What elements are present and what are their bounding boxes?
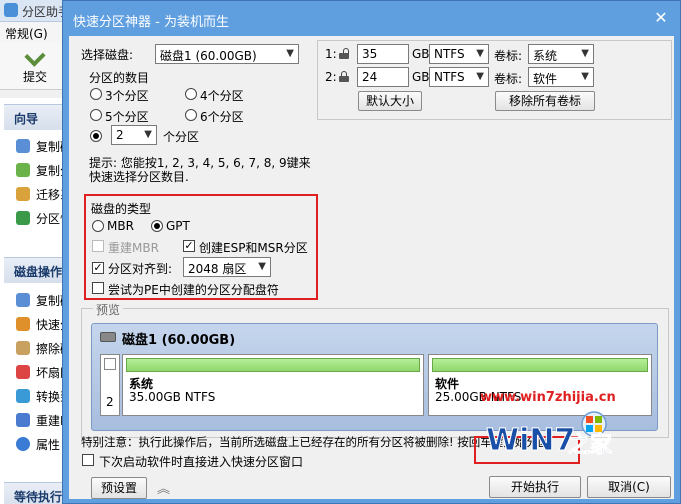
sidebar-item-properties[interactable]: 属性 [16, 434, 60, 454]
align-dropdown[interactable]: 2048 扇区 ▼ [183, 257, 271, 277]
chevron-down-icon: ▼ [476, 48, 484, 59]
radio-3-label: 3个分区 [105, 89, 149, 103]
align-checkbox[interactable]: ✓ [92, 262, 104, 274]
radio-4-partitions[interactable] [185, 88, 197, 100]
preview-disk-checkbox[interactable] [104, 358, 116, 370]
partition-1-size-input[interactable]: 35 [357, 44, 409, 64]
create-esp-label: 创建ESP和MSR分区 [199, 241, 308, 255]
rebuild-mbr-icon [16, 413, 30, 427]
partition-1-vol-label: 卷标: [494, 49, 523, 63]
chevron-down-icon: ▼ [258, 261, 266, 272]
start-button[interactable]: 开始执行 [489, 476, 581, 498]
chevron-down-icon: ▼ [286, 48, 294, 59]
preview-partition-system[interactable]: 系统 35.00GB NTFS [122, 354, 424, 416]
remove-labels-button[interactable]: 移除所有卷标 [495, 91, 595, 111]
select-disk-dropdown[interactable]: 磁盘1 (60.00GB) ▼ [155, 44, 299, 64]
chevron-down-icon: ▼ [581, 71, 589, 82]
app-logo-icon [4, 3, 18, 17]
preview-label: 预览 [93, 301, 124, 318]
radio-6-label: 6个分区 [200, 110, 244, 124]
cancel-button[interactable]: 取消(C) [587, 476, 671, 498]
dialog-title: 快速分区神器 - 为装机而生 [73, 15, 229, 30]
preview-disk-number-cell[interactable]: 2 [100, 354, 120, 416]
align-label: 分区对齐到: [108, 262, 173, 276]
partition-2-vol-dropdown[interactable]: 软件 ▼ [528, 67, 594, 87]
partition-2-unit: GB [412, 70, 430, 84]
partition-2-size-input[interactable]: 24 [357, 67, 409, 87]
svg-text:之家: 之家 [568, 432, 613, 458]
partition-1-index: 1: [325, 47, 337, 61]
preview-disk-title: 磁盘1 (60.00GB) [122, 333, 236, 348]
next-boot-label: 下次启动软件时直接进入快速分区窗口 [99, 455, 304, 469]
copy-partition-icon [16, 163, 30, 177]
unlock-icon[interactable] [339, 48, 349, 59]
gpt-label: GPT [166, 219, 190, 233]
chevron-down-icon: ▼ [581, 48, 589, 59]
partition-count-label: 分区的数目 [89, 71, 150, 85]
wipe-disk-icon [16, 341, 30, 355]
create-esp-checkbox[interactable]: ✓ [183, 240, 195, 252]
expand-up-icon[interactable]: ︽ [157, 478, 170, 497]
custom-count-suffix: 个分区 [163, 130, 200, 144]
radio-3-partitions[interactable] [90, 88, 102, 100]
partition-1-fs-dropdown[interactable]: NTFS ▼ [429, 44, 489, 64]
partition-2-vol-label: 卷标: [494, 72, 523, 86]
try-pe-label: 尝试为PE中创建的分区分配盘符 [108, 283, 279, 297]
partition-2-fs-dropdown[interactable]: NTFS ▼ [429, 67, 489, 87]
rebuild-mbr-checkbox[interactable] [92, 240, 104, 252]
submit-button[interactable]: 提交 [12, 45, 58, 88]
try-pe-checkbox[interactable] [92, 282, 104, 294]
bad-sector-icon [16, 365, 30, 379]
rebuild-mbr-label: 重建MBR [108, 241, 159, 255]
default-size-button[interactable]: 默认大小 [358, 91, 422, 111]
select-disk-label: 选择磁盘: [81, 48, 134, 62]
watermark-url: www.win7zhijia.cn [480, 390, 616, 405]
menu-general[interactable]: 常规(G) [5, 25, 48, 42]
hard-disk-icon [100, 332, 116, 342]
radio-4-label: 4个分区 [200, 89, 244, 103]
preset-button[interactable]: 预设置 [91, 477, 147, 499]
submit-label: 提交 [22, 70, 47, 84]
custom-count-dropdown[interactable]: 2 ▼ [111, 125, 157, 145]
radio-6-partitions[interactable] [185, 109, 197, 121]
copy-disk-icon [16, 139, 30, 153]
migrate-os-icon [16, 187, 30, 201]
chevron-down-icon: ▼ [476, 71, 484, 82]
convert-icon [16, 389, 30, 403]
partition-recovery-icon [16, 211, 30, 225]
mbr-label: MBR [107, 219, 134, 233]
radio-5-partitions[interactable] [90, 109, 102, 121]
radio-mbr[interactable] [92, 220, 104, 232]
radio-custom-partitions[interactable] [90, 130, 102, 142]
copy-disk-icon [16, 293, 30, 307]
svg-text:WiN7: WiN7 [486, 423, 575, 458]
hint-line-2: 快速选择分区数目. [89, 170, 189, 184]
info-icon [16, 437, 30, 451]
partition-1-unit: GB [412, 47, 430, 61]
chevron-down-icon: ▼ [144, 129, 152, 140]
next-boot-checkbox[interactable] [82, 454, 94, 466]
partition-1-vol-dropdown[interactable]: 系统 ▼ [528, 44, 594, 64]
watermark-logo: WiN7 之家 [482, 404, 614, 460]
partition-2-index: 2: [325, 70, 337, 84]
radio-5-label: 5个分区 [105, 110, 149, 124]
quick-partition-icon [16, 317, 30, 331]
lock-icon[interactable] [339, 71, 349, 82]
partition-usage-bar [126, 358, 420, 372]
disk-type-label: 磁盘的类型 [91, 202, 152, 216]
close-icon[interactable]: ✕ [652, 9, 670, 27]
radio-gpt[interactable] [151, 220, 163, 232]
partition-usage-bar [432, 358, 648, 372]
